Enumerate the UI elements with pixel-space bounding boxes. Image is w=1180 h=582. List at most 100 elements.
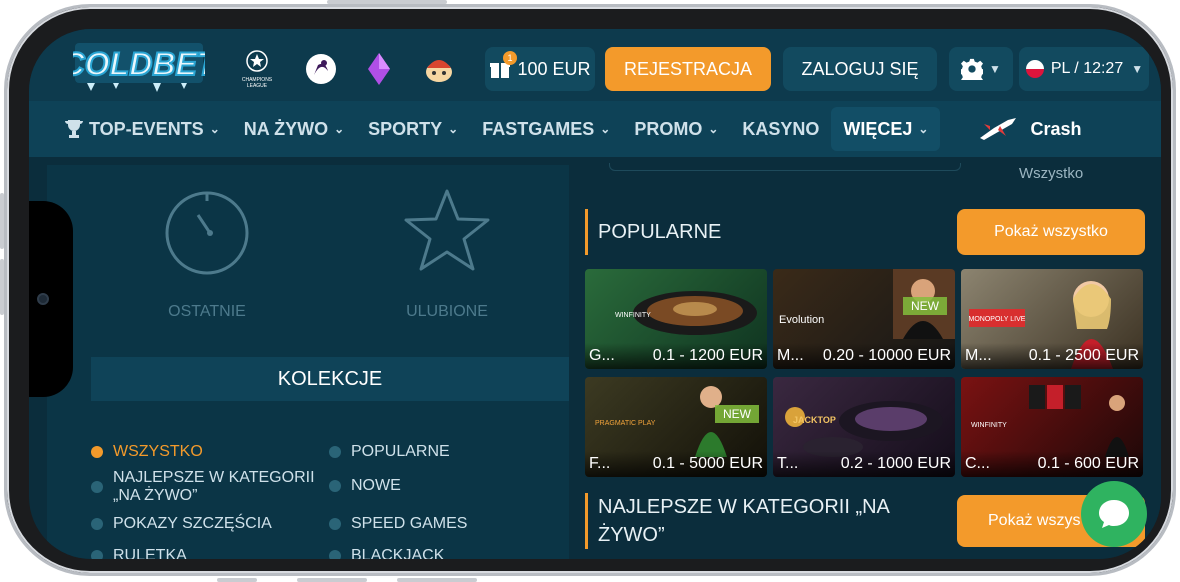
site-header: COLDBET CHAMPIONS LEAGUE [29,29,1161,101]
collection-live-best[interactable]: NAJLEPSZE W KATEGORII „NA ŻYWO” [91,469,321,505]
nav-label: TOP-EVENTS [89,118,204,139]
volume-up-button [0,193,4,249]
game-name: M... [965,347,992,364]
premier-league-icon[interactable] [301,49,341,89]
game-info: C... 0.1 - 600 EUR [961,451,1143,477]
game-card[interactable]: WINFINITY G... 0.1 - 1200 EUR [585,269,767,369]
game-bet-range: 0.1 - 600 EUR [1037,455,1139,472]
nav-label: WIĘCEJ [843,118,913,139]
esport-icon[interactable] [419,49,459,89]
provider-logo: PRAGMATIC PLAY [595,420,656,427]
collection-new[interactable]: NOWE [329,477,401,495]
game-card[interactable]: MONOPOLY LIVE M... 0.1 - 2500 EUR [961,269,1143,369]
collection-label: BLACKJACK [351,547,445,559]
poland-flag-icon [1025,60,1044,78]
collection-game-shows[interactable]: POKAZY SZCZĘŚCIA [91,515,272,533]
collection-label: POPULARNE [351,443,450,460]
radio-dot [91,446,103,458]
volume-down-button [0,259,4,315]
notch [29,201,73,397]
chevron-down-icon: ▼ [1131,62,1144,76]
chevron-down-icon: ▼ [989,62,1001,76]
collection-roulette[interactable]: RULETKA [91,547,187,559]
chat-button[interactable] [1081,481,1147,547]
camera [37,293,49,305]
radio-dot [329,446,341,458]
recent-label: OSTATNIE [168,303,246,320]
nav-sporty[interactable]: SPORTY ⌄ [356,107,470,151]
live-best-title: NAJLEPSZE W KATEGORII „NA ŻYWO” [585,493,915,549]
game-card[interactable]: WINFINITY C... 0.1 - 600 EUR [961,377,1143,477]
logo-text: COLDBET [73,46,205,82]
show-all-button[interactable]: Pokaż wszystko [957,209,1145,255]
provider-logo: MONOPOLY LIVE [969,316,1026,323]
game-name: M... [777,347,804,364]
game-info: T... 0.2 - 1000 EUR [773,451,955,477]
radio-dot [329,480,341,492]
register-button[interactable]: REJESTRACJA [605,47,771,91]
recent-tile[interactable]: OSTATNIE [127,185,287,335]
chevron-down-icon: ⌄ [918,122,929,136]
radio-dot [329,518,341,530]
game-bet-range: 0.20 - 10000 EUR [822,347,951,364]
radio-dot [91,518,103,530]
chevron-down-icon: ⌄ [209,122,220,136]
provider-logo: JACKTOP [793,415,836,425]
provider-logo: WINFINITY [615,312,651,319]
favorites-tile[interactable]: ULUBIONE [367,185,527,335]
collection-popular[interactable]: POPULARNE [329,443,450,461]
bonus-badge: 1 [503,51,517,65]
popular-title: POPULARNE [585,209,721,255]
new-badge: NEW [903,297,947,315]
game-info: F... 0.1 - 5000 EUR [585,451,767,477]
phone-frame: COLDBET CHAMPIONS LEAGUE [0,0,1176,582]
game-card[interactable]: PRAGMATIC PLAY NEW F... 0.1 - 5000 EUR [585,377,767,477]
gear-icon [961,58,984,80]
settings-button[interactable]: ▼ [949,47,1013,91]
frame-button-b [297,578,367,582]
collection-blackjack[interactable]: BLACKJACK [329,547,444,559]
collection-all[interactable]: WSZYSTKO [91,443,203,461]
nav-label: FASTGAMES [482,118,595,139]
collection-label: POKAZY SZCZĘŚCIA [113,515,272,532]
chevron-down-icon: ⌄ [334,122,345,136]
radio-dot [91,550,103,559]
coldbet-logo[interactable]: COLDBET [61,39,220,95]
nav-na-zywo[interactable]: NA ŻYWO ⌄ [232,107,356,151]
diamond-icon[interactable] [359,49,399,89]
champions-league-icon[interactable]: CHAMPIONS LEAGUE [237,49,277,89]
game-name: T... [777,455,799,472]
game-card[interactable]: Evolution NEW M... 0.20 - 10000 EUR [773,269,955,369]
game-info: G... 0.1 - 1200 EUR [585,343,767,369]
game-info: M... 0.20 - 10000 EUR [773,343,955,369]
collection-label: NAJLEPSZE W KATEGORII „NA ŻYWO” [113,469,315,504]
nav-top-events[interactable]: TOP-EVENTS ⌄ [51,107,232,151]
power-button [327,0,447,4]
nav-label: SPORTY [368,118,443,139]
filter-label[interactable]: Wszystko [1019,165,1083,182]
bonus-button[interactable]: 1 100 EUR [485,47,595,91]
chevron-down-icon: ⌄ [600,122,611,136]
provider-logo: WINFINITY [971,422,1007,429]
nav-crash[interactable]: Crash [966,107,1093,151]
game-bet-range: 0.1 - 5000 EUR [652,455,763,472]
provider-logo: Evolution [779,314,824,326]
game-bet-range: 0.1 - 1200 EUR [652,347,763,364]
nav-label: KASYNO [742,118,820,139]
collections-title: KOLEKCJE [91,357,569,401]
collection-label: RULETKA [113,547,187,559]
screen: COLDBET CHAMPIONS LEAGUE [29,29,1161,559]
login-label: ZALOGUJ SIĘ [801,58,919,79]
nav-wiecej[interactable]: WIĘCEJ ⌄ [831,107,941,151]
radio-dot [329,550,341,559]
login-button[interactable]: ZALOGUJ SIĘ [783,47,937,91]
language-time-selector[interactable]: PL / 12:27 ▼ [1019,47,1149,91]
game-card[interactable]: JACKTOP T... 0.2 - 1000 EUR [773,377,955,477]
lang-time-label: PL / 12:27 [1050,60,1124,77]
new-badge: NEW [715,405,759,423]
nav-kasyno[interactable]: KASYNO [730,107,831,151]
collection-speed-games[interactable]: SPEED GAMES [329,515,467,533]
nav-promo[interactable]: PROMO ⌄ [622,107,730,151]
nav-label: NA ŻYWO [243,118,329,139]
nav-fastgames[interactable]: FASTGAMES ⌄ [470,107,622,151]
